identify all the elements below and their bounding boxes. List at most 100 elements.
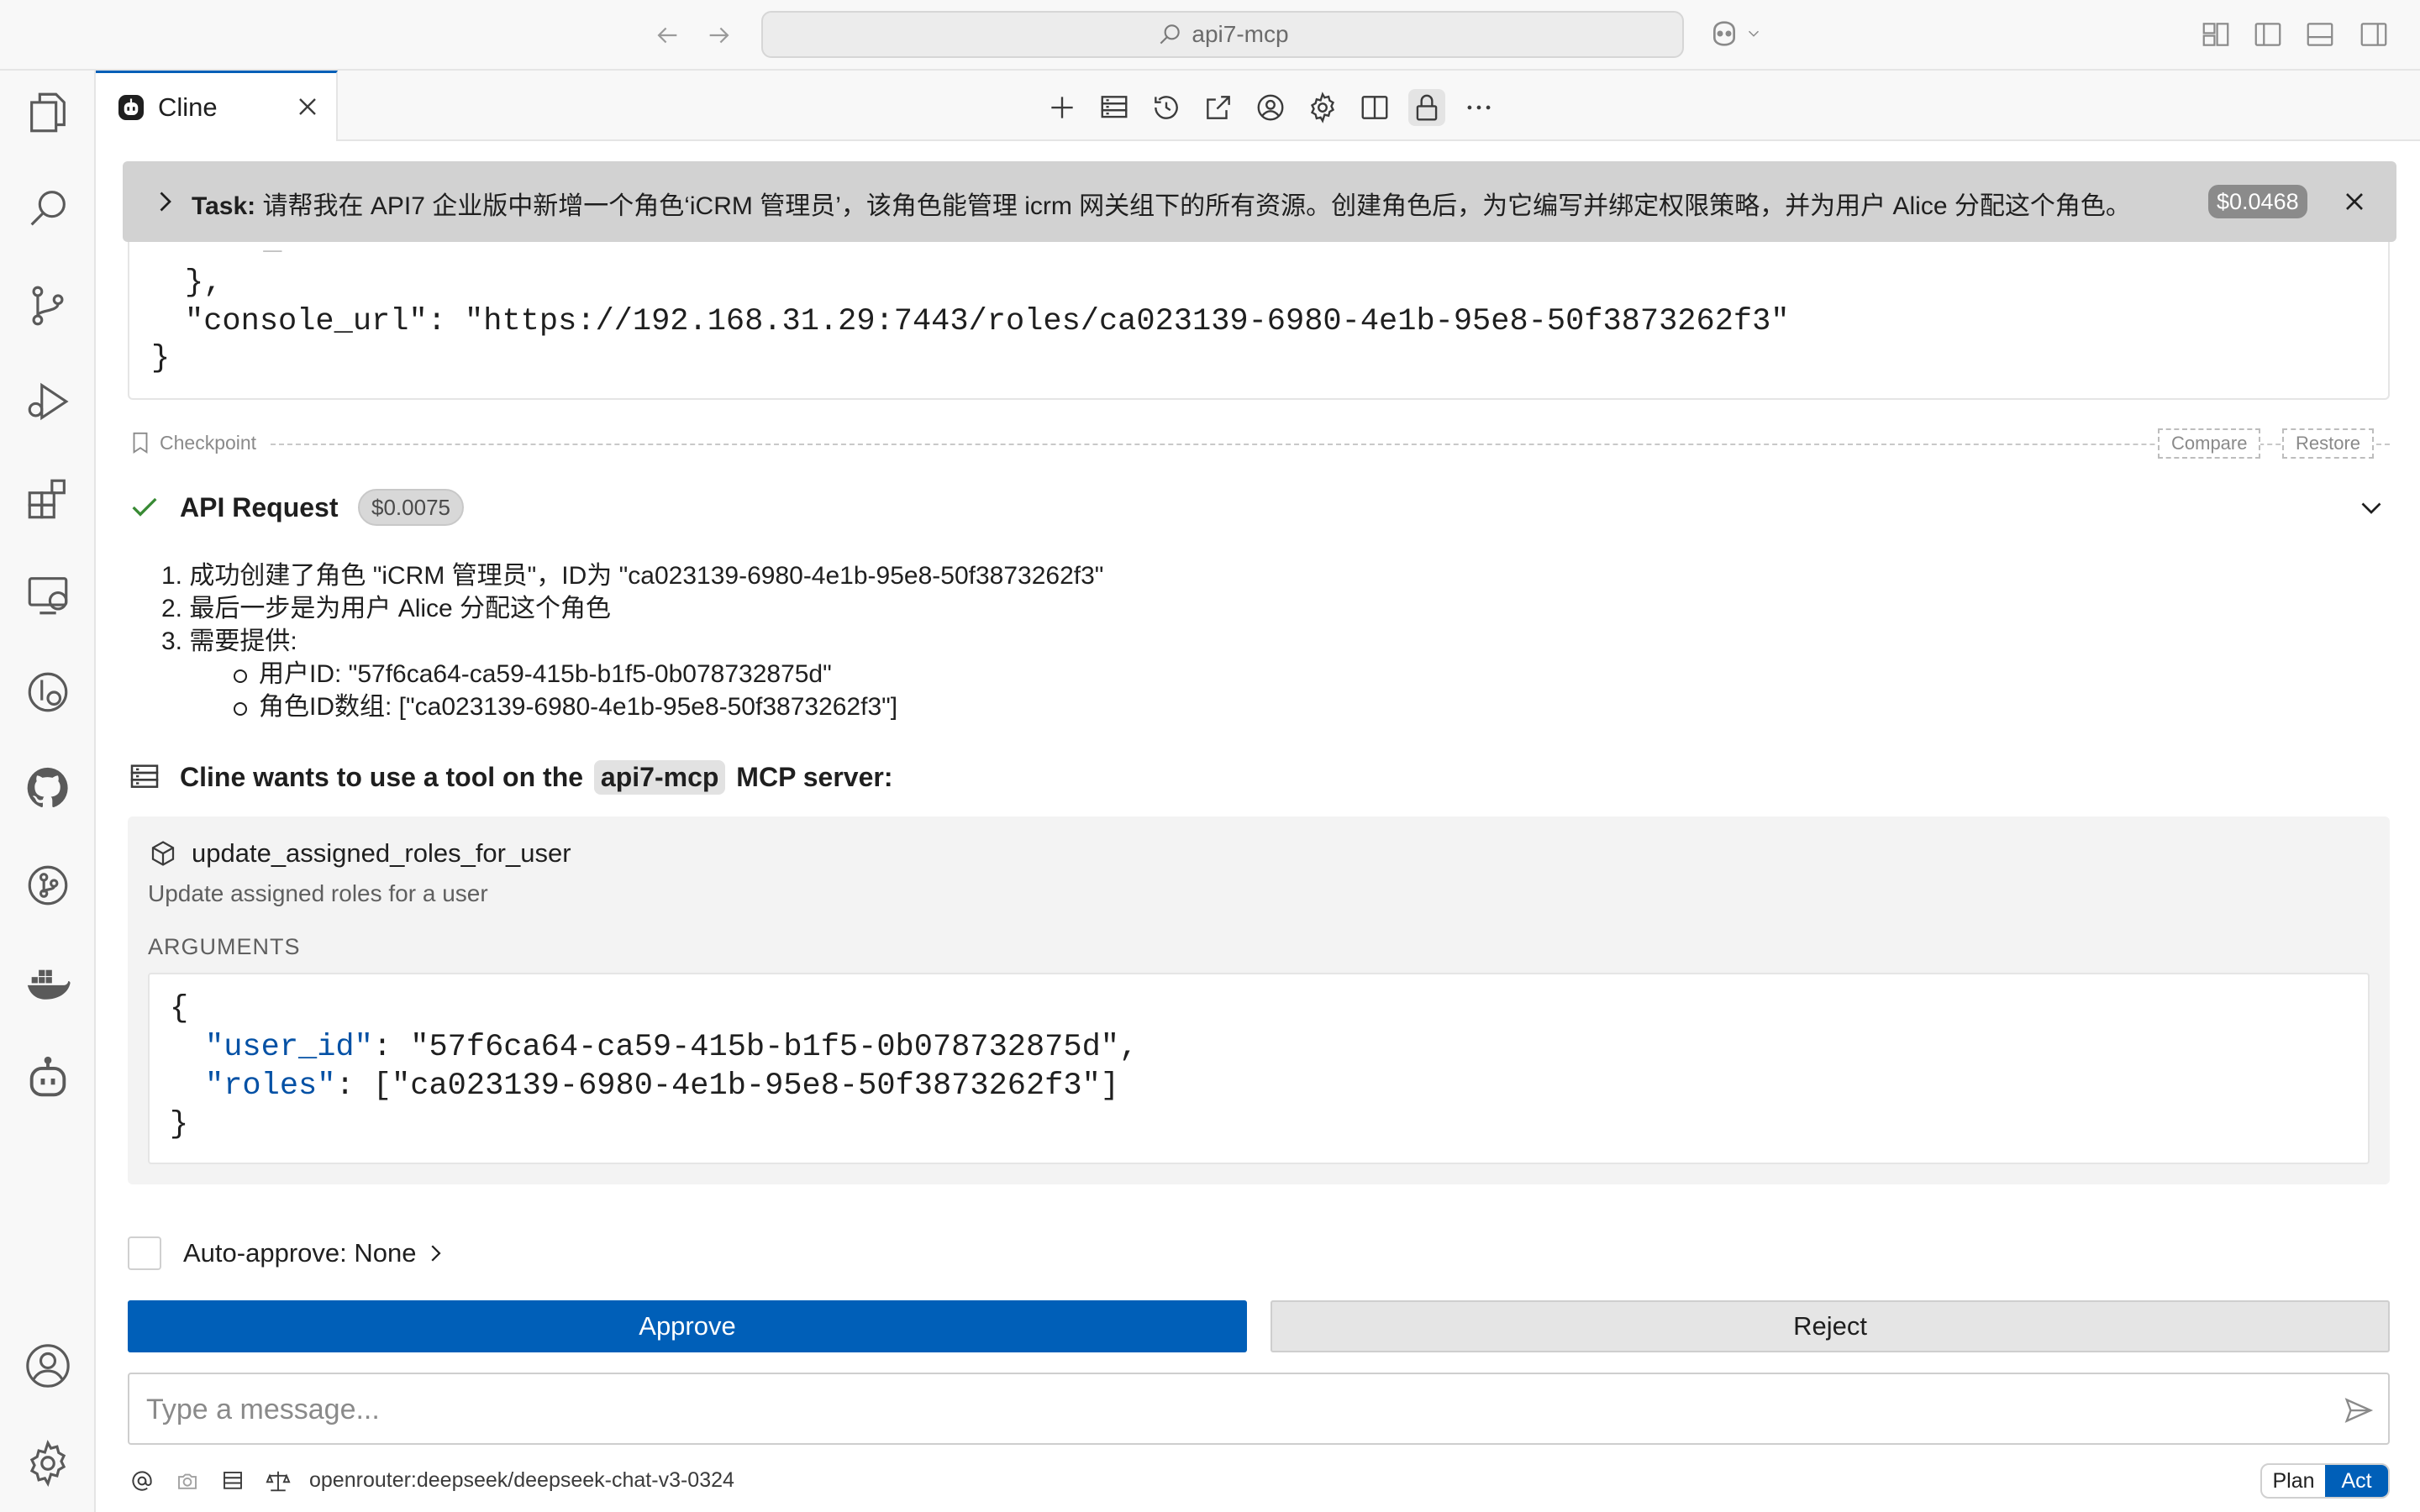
arguments-code-block: { "user_id": "57f6ca64-ca59-415b-b1f5-0b…	[148, 973, 2370, 1164]
search-icon	[1160, 24, 1181, 45]
remote-explorer-icon[interactable]	[23, 570, 73, 620]
compare-button[interactable]: Compare	[2158, 428, 2261, 459]
code-line: "user_id": "57f6ca64-ca59-415b-b1f5-0b07…	[205, 1030, 1138, 1065]
restore-button[interactable]: Restore	[2282, 428, 2375, 459]
activity-bar	[0, 71, 96, 1512]
github-icon[interactable]	[23, 763, 73, 813]
toggle-primary-sidebar-icon[interactable]	[2252, 18, 2286, 52]
sub-list-item: 角色ID数组: ["ca023139-6980-4e1b-95e8-50f387…	[161, 690, 1103, 723]
chevron-down-icon[interactable]	[2356, 492, 2386, 522]
package-icon	[151, 841, 175, 866]
open-in-editor-icon[interactable]	[1200, 89, 1237, 126]
auto-approve-checkbox[interactable]	[128, 1236, 161, 1270]
close-icon[interactable]	[292, 92, 323, 122]
back-arrow-icon[interactable]	[649, 17, 686, 54]
customize-layout-icon[interactable]	[2200, 18, 2233, 52]
reject-button[interactable]: Reject	[1270, 1300, 2390, 1352]
json-value: : "57f6ca64-ca59-415b-b1f5-0b078732875d"…	[372, 1030, 1139, 1065]
assistant-message: 1. 成功创建了角色 "iCRM 管理员"，ID为 "ca023139-6980…	[161, 559, 1103, 723]
mcp-servers-icon[interactable]	[218, 1467, 247, 1495]
explorer-icon[interactable]	[23, 87, 73, 138]
mcp-server-name: api7-mcp	[593, 759, 726, 795]
mcp-server-icon	[130, 764, 159, 788]
forward-arrow-icon[interactable]	[701, 17, 738, 54]
checkpoint-divider	[271, 444, 2390, 445]
message-input[interactable]	[146, 1388, 2297, 1431]
bookmark-icon	[133, 432, 148, 454]
tab-label: Cline	[158, 92, 218, 122]
plan-act-toggle[interactable]: Plan Act	[2260, 1463, 2390, 1499]
json-key: "user_id"	[205, 1030, 373, 1065]
json-key: "roles"	[205, 1068, 336, 1104]
model-selector[interactable]: openrouter:deepseek/deepseek-chat-v3-032…	[309, 1468, 734, 1493]
editor-tab-bar: Cline	[96, 71, 2420, 141]
code-line: {	[170, 991, 189, 1026]
mcp-prefix: Cline wants to use a tool on the	[180, 761, 584, 792]
code-line: }	[170, 1107, 189, 1142]
copilot-menu[interactable]	[1707, 17, 1763, 50]
toggle-panel-icon[interactable]	[2304, 18, 2338, 52]
task-header[interactable]: Task: 请帮我在 API7 企业版中新增一个角色‘iCRM 管理员’，该角色…	[123, 161, 2396, 242]
extensions-icon[interactable]	[23, 474, 73, 524]
copilot-icon	[1713, 21, 1735, 46]
json-value: : ["ca023139-6980-4e1b-95e8-50f3873262f3…	[335, 1068, 1119, 1104]
accounts-icon[interactable]	[23, 1341, 73, 1391]
mcp-request-text: Cline wants to use a tool on the api7-mc…	[180, 759, 892, 795]
code-line: "roles": ["ca023139-6980-4e1b-95e8-50f38…	[205, 1068, 1119, 1104]
settings-gear-icon[interactable]	[1304, 89, 1341, 126]
chevron-down-icon	[1748, 30, 1760, 37]
gitlens-icon[interactable]	[23, 667, 73, 717]
sub-list-item: 用户ID: "57f6ca64-ca59-415b-b1f5-0b0787328…	[161, 658, 1103, 690]
act-mode-option[interactable]: Act	[2325, 1465, 2388, 1497]
api-request-cost-badge: $0.0075	[358, 489, 464, 526]
lock-icon[interactable]	[1408, 89, 1445, 126]
mcp-tool-request-header: Cline wants to use a tool on the api7-mc…	[128, 756, 892, 798]
run-debug-icon[interactable]	[23, 376, 73, 427]
tab-cline[interactable]: Cline	[96, 71, 338, 141]
plan-mode-option[interactable]: Plan	[2262, 1465, 2325, 1497]
chevron-right-icon[interactable]	[150, 186, 180, 217]
task-text: Task: 请帮我在 API7 企业版中新增一个角色‘iCRM 管理员’，该角色…	[192, 185, 2131, 222]
rules-scale-icon[interactable]	[264, 1467, 292, 1495]
git-graph-icon[interactable]	[23, 860, 73, 911]
split-editor-icon[interactable]	[1356, 89, 1393, 126]
mcp-tool-card: update_assigned_roles_for_user Update as…	[128, 816, 2390, 1184]
send-icon[interactable]	[2343, 1394, 2375, 1426]
message-box	[128, 1373, 2390, 1445]
settings-gear-icon[interactable]	[23, 1438, 73, 1488]
more-actions-icon[interactable]	[1460, 89, 1497, 126]
search-icon[interactable]	[23, 183, 73, 234]
source-control-icon[interactable]	[23, 281, 73, 331]
code-line: },	[185, 265, 223, 301]
cline-icon	[118, 94, 144, 120]
list-item: 3. 需要提供:	[161, 627, 297, 655]
search-text: api7-mcp	[1192, 21, 1289, 47]
check-icon	[132, 497, 157, 517]
api-request-row[interactable]: API Request $0.0075	[128, 484, 2390, 531]
title-bar: api7-mcp	[0, 0, 2420, 71]
task-prefix: Task:	[192, 192, 256, 220]
cline-icon[interactable]	[23, 1053, 73, 1104]
code-line: }	[151, 341, 171, 376]
camera-icon[interactable]	[173, 1467, 202, 1495]
tool-description: Update assigned roles for a user	[148, 880, 488, 906]
auto-approve-label: Auto-approve: None	[183, 1238, 417, 1268]
input-toolbar: openrouter:deepseek/deepseek-chat-v3-032…	[128, 1463, 2390, 1499]
account-icon[interactable]	[1252, 89, 1289, 126]
new-task-plus-icon[interactable]	[1044, 89, 1081, 126]
tool-name-row: update_assigned_roles_for_user	[148, 838, 571, 869]
approve-button[interactable]: Approve	[128, 1300, 1247, 1352]
close-icon[interactable]	[2339, 186, 2370, 217]
task-cost-badge: $0.0468	[2208, 185, 2307, 218]
history-icon[interactable]	[1148, 89, 1185, 126]
chevron-right-icon[interactable]	[423, 1241, 448, 1266]
docker-icon[interactable]	[23, 956, 73, 1006]
checkpoint-row: Checkpoint Compare Restore	[128, 427, 2390, 460]
at-mention-icon[interactable]	[128, 1467, 156, 1495]
list-item: 2. 最后一步是为用户 Alice 分配这个角色	[161, 595, 612, 622]
command-center-search[interactable]: api7-mcp	[761, 11, 1684, 58]
mcp-servers-icon[interactable]	[1096, 89, 1133, 126]
toggle-secondary-sidebar-icon[interactable]	[2358, 18, 2391, 52]
auto-approve-row[interactable]: Auto-approve: None	[128, 1235, 448, 1272]
clipped-line: _	[151, 242, 281, 259]
